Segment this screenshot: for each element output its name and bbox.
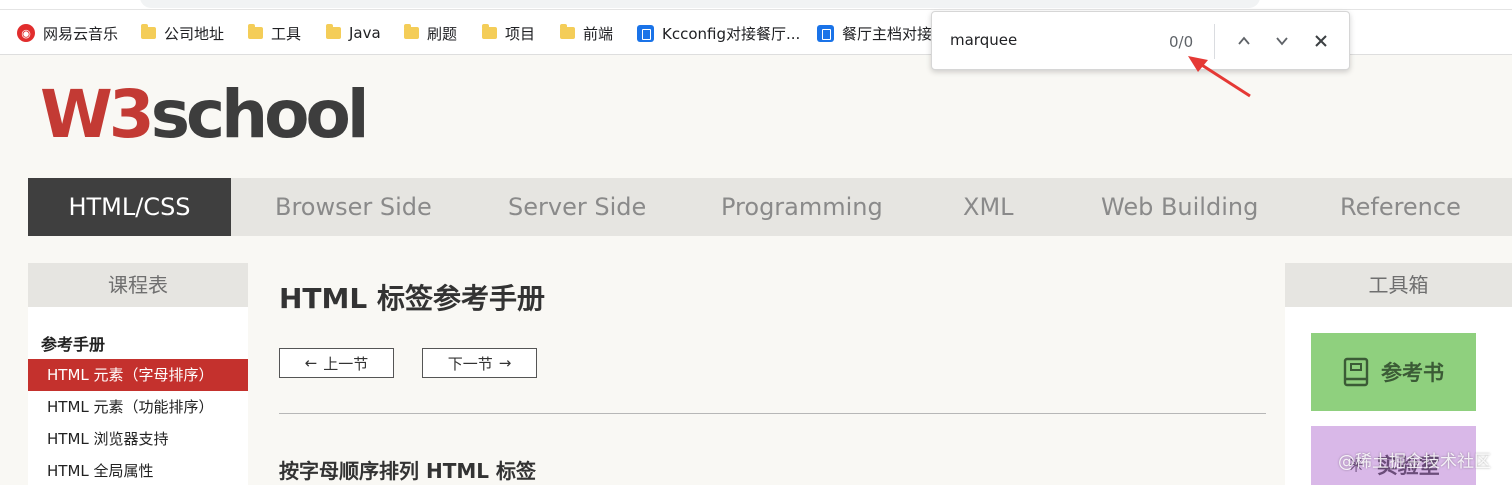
sidebar-item-browser-support[interactable]: HTML 浏览器支持 xyxy=(28,423,248,455)
sidebar-item-global-attrs[interactable]: HTML 全局属性 xyxy=(28,455,248,485)
bookmark-label: 餐厅主档对接 xyxy=(842,24,933,43)
folder-icon xyxy=(482,24,497,39)
find-match-count: 0/0 xyxy=(1169,33,1194,51)
nav-reference[interactable]: Reference xyxy=(1340,178,1461,236)
bookmark-exercises[interactable]: 刷题 xyxy=(404,23,457,43)
find-previous-button[interactable] xyxy=(1231,28,1257,54)
folder-icon xyxy=(404,24,419,39)
nav-html-css[interactable]: HTML/CSS xyxy=(28,178,231,236)
bookmark-label: 公司地址 xyxy=(164,24,225,43)
doc-icon xyxy=(817,24,834,42)
sidebar-item-elements-alpha[interactable]: HTML 元素（字母排序） xyxy=(28,359,248,391)
sidebar-item-elements-func[interactable]: HTML 元素（功能排序） xyxy=(28,391,248,423)
address-bar[interactable] xyxy=(140,0,1260,8)
browser-toolbar xyxy=(0,0,1512,10)
nav-web-building[interactable]: Web Building xyxy=(1101,178,1258,236)
bookmark-netease-music[interactable]: ◉ 网易云音乐 xyxy=(17,23,118,43)
chevron-up-icon xyxy=(1238,36,1250,45)
next-label: 下一节 xyxy=(447,354,493,373)
folder-icon xyxy=(326,24,341,39)
prev-label: 上一节 xyxy=(323,354,369,373)
close-icon xyxy=(1315,35,1327,47)
bookmark-label: Java xyxy=(349,24,381,42)
nav-browser-side[interactable]: Browser Side xyxy=(275,178,432,236)
w3school-logo[interactable]: W3school xyxy=(40,80,369,150)
annotation-arrow-icon xyxy=(1188,56,1251,98)
bookmark-tools[interactable]: 工具 xyxy=(248,23,301,43)
folder-icon xyxy=(248,24,263,39)
netease-music-icon: ◉ xyxy=(17,24,35,42)
bookmark-java[interactable]: Java xyxy=(326,23,381,43)
watermark: @稀土掘金技术社区 xyxy=(1338,452,1491,472)
prev-section-button[interactable]: ← 上一节 xyxy=(279,348,394,378)
find-in-page-bar: 0/0 xyxy=(931,11,1350,70)
bookmark-label: 刷题 xyxy=(427,24,458,43)
bookmark-restaurant[interactable]: 餐厅主档对接 xyxy=(817,23,932,43)
chevron-down-icon xyxy=(1276,37,1288,46)
divider xyxy=(279,413,1266,414)
find-input[interactable] xyxy=(950,31,1150,49)
section-heading: 按字母顺序排列 HTML 标签 xyxy=(279,459,536,483)
bookmark-kcconfig[interactable]: Kcconfig对接餐厅... xyxy=(637,23,800,43)
course-sidebar: 课程表 参考手册 HTML 元素（字母排序） HTML 元素（功能排序） HTM… xyxy=(28,263,248,485)
book-icon xyxy=(1343,357,1369,387)
bookmark-label: 网易云音乐 xyxy=(43,24,119,43)
sidebar-group-heading: 参考手册 xyxy=(41,335,106,354)
folder-icon xyxy=(560,24,575,39)
bookmark-label: 工具 xyxy=(271,24,302,43)
logo-school: school xyxy=(150,76,370,153)
sidebar-title: 课程表 xyxy=(28,263,248,307)
bookmark-projects[interactable]: 项目 xyxy=(482,23,535,43)
toolbox-title: 工具箱 xyxy=(1285,263,1512,307)
main-nav: HTML/CSS Browser Side Server Side Progra… xyxy=(28,178,1512,236)
find-close-button[interactable] xyxy=(1308,28,1334,54)
find-next-button[interactable] xyxy=(1269,28,1295,54)
nav-xml[interactable]: XML xyxy=(963,178,1014,236)
logo-w3: W3 xyxy=(40,76,155,153)
reference-book-button[interactable]: 参考书 xyxy=(1311,333,1476,411)
bookmark-company-address[interactable]: 公司地址 xyxy=(141,23,224,43)
bookmark-label: 前端 xyxy=(583,24,614,43)
arrow-right-icon: → xyxy=(498,354,512,372)
folder-icon xyxy=(141,24,156,39)
page-title: HTML 标签参考手册 xyxy=(279,282,545,315)
tool-label: 参考书 xyxy=(1381,361,1444,385)
next-section-button[interactable]: 下一节 → xyxy=(422,348,537,378)
bookmark-label: 项目 xyxy=(505,24,536,43)
nav-server-side[interactable]: Server Side xyxy=(508,178,646,236)
main-content: HTML 标签参考手册 ← 上一节 下一节 → 按字母顺序排列 HTML 标签 xyxy=(279,263,1269,485)
bookmark-label: Kcconfig对接餐厅... xyxy=(662,24,801,43)
arrow-left-icon: ← xyxy=(304,354,318,372)
nav-programming[interactable]: Programming xyxy=(721,178,883,236)
doc-icon xyxy=(637,24,654,42)
bookmark-frontend[interactable]: 前端 xyxy=(560,23,613,43)
